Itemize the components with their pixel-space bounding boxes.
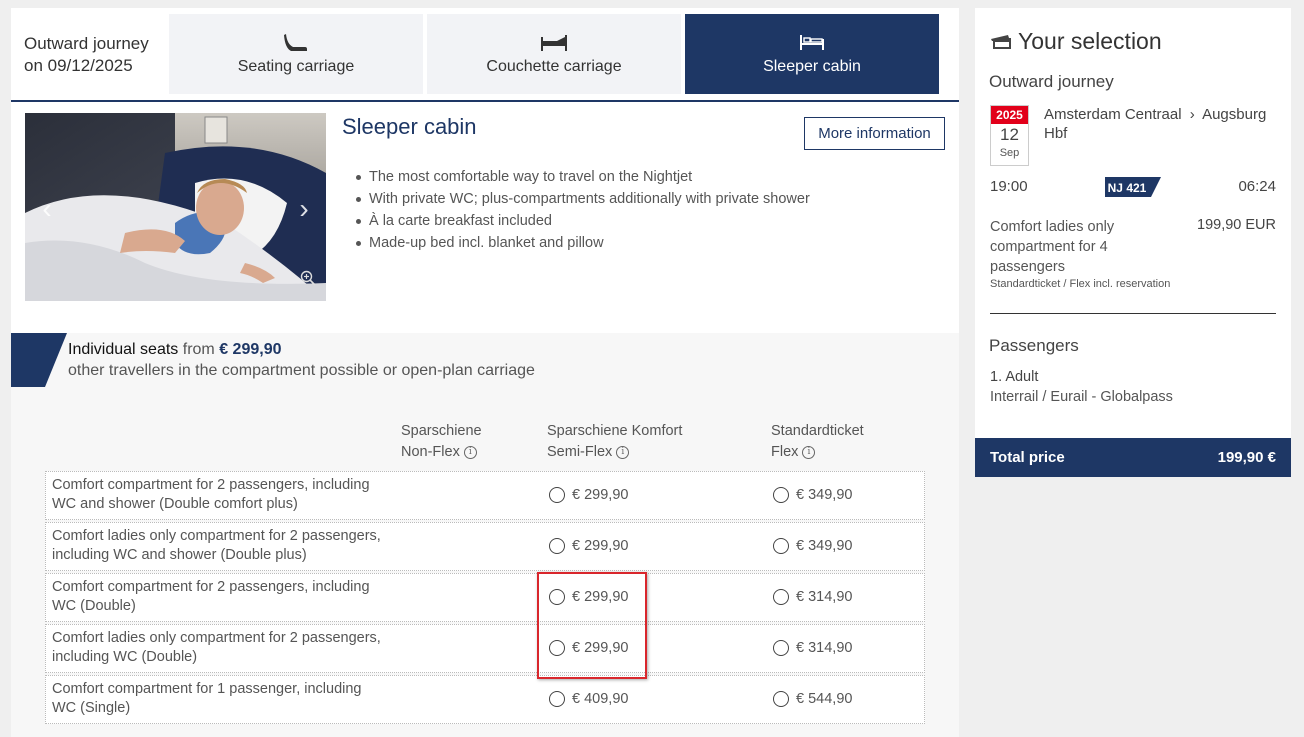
seats-heading: Individual seats from € 299,90	[68, 341, 282, 358]
fare-option-semi-flex[interactable]: € 299,90	[549, 487, 628, 503]
fare-name: Comfort ladies only compartment for 4 pa…	[990, 219, 1115, 275]
bed-icon	[685, 32, 939, 52]
total-price-value: 199,90 €	[1217, 449, 1276, 466]
sleeper-photo-illustration	[25, 113, 326, 301]
photo-prev-arrow[interactable]: ‹	[33, 191, 61, 227]
info-icon[interactable]: i	[616, 445, 630, 459]
section-flag-icon	[11, 333, 67, 387]
route: Amsterdam Centraal › Augsburg Hbf	[1044, 106, 1267, 142]
radio-button[interactable]	[773, 640, 789, 656]
passenger-pass: Interrail / Eurail - Globalpass	[990, 389, 1173, 405]
info-icon[interactable]: i	[463, 445, 477, 459]
radio-button[interactable]	[549, 640, 565, 656]
cabin-photo[interactable]: ‹ ›	[25, 113, 326, 301]
seat-icon	[169, 32, 423, 52]
table-row: Comfort compartment for 2 passengers, in…	[45, 471, 925, 520]
radio-button[interactable]	[773, 589, 789, 605]
feature-item: Made-up bed incl. blanket and pillow	[356, 232, 810, 254]
train-badge: NJ 421	[1105, 177, 1161, 197]
feature-list: The most comfortable way to travel on th…	[356, 166, 810, 254]
column-header-non-flex: Sparschiene Non-Flex i	[401, 423, 482, 460]
date-badge: 2025 12 Sep	[990, 105, 1029, 166]
radio-button[interactable]	[549, 589, 565, 605]
fare-price: 199,90 EUR	[1197, 217, 1276, 233]
radio-button[interactable]	[773, 691, 789, 707]
feature-item: À la carte breakfast included	[356, 210, 810, 232]
table-row: Comfort compartment for 2 passengers, in…	[45, 573, 925, 622]
selection-title: Your selection	[990, 28, 1162, 55]
tab-seating-carriage[interactable]: Seating carriage	[169, 14, 423, 94]
column-header-flex: Standardticket Flex i	[771, 423, 864, 460]
radio-button[interactable]	[549, 691, 565, 707]
passengers-title: Passengers	[989, 336, 1079, 355]
fare-table: Comfort compartment for 2 passengers, in…	[45, 471, 925, 726]
carriage-tabs: Outward journey on 09/12/2025 Seating ca…	[11, 14, 959, 102]
tab-underline	[11, 100, 959, 102]
train-number: NJ 421	[1108, 181, 1147, 195]
fare-option-flex[interactable]: € 349,90	[773, 487, 852, 503]
photo-next-arrow[interactable]: ›	[290, 191, 318, 227]
fare-option-semi-flex[interactable]: € 299,90	[549, 589, 628, 605]
fare-option-flex[interactable]: € 314,90	[773, 640, 852, 656]
fare-option-flex[interactable]: € 349,90	[773, 538, 852, 554]
feature-item: With private WC; plus-compartments addit…	[356, 188, 810, 210]
passenger-item: 1. Adult	[990, 369, 1039, 385]
fare-option-flex[interactable]: € 544,90	[773, 691, 852, 707]
departure-time: 19:00	[990, 178, 1028, 195]
tab-sleeper-cabin[interactable]: Sleeper cabin	[685, 14, 939, 94]
column-header-semi-flex: Sparschiene Komfort Semi-Flex i	[547, 423, 683, 460]
main-panel: Outward journey on 09/12/2025 Seating ca…	[11, 8, 959, 737]
more-information-button[interactable]: More information	[804, 117, 945, 150]
zoom-icon[interactable]	[300, 270, 316, 291]
radio-button[interactable]	[549, 487, 565, 503]
journey-date-label: Outward journey on 09/12/2025	[24, 34, 149, 75]
cabin-title: Sleeper cabin	[342, 114, 477, 139]
info-icon[interactable]: i	[802, 445, 816, 459]
fare-option-semi-flex[interactable]: € 299,90	[549, 640, 628, 656]
table-row: Comfort ladies only compartment for 2 pa…	[45, 624, 925, 673]
radio-button[interactable]	[549, 538, 565, 554]
chevron-right-icon: ›	[1189, 106, 1195, 123]
radio-button[interactable]	[773, 487, 789, 503]
radio-button[interactable]	[773, 538, 789, 554]
fare-option-flex[interactable]: € 314,90	[773, 589, 852, 605]
divider	[990, 313, 1276, 314]
fare-option-semi-flex[interactable]: € 409,90	[549, 691, 628, 707]
tab-couchette-carriage[interactable]: Couchette carriage	[427, 14, 681, 94]
table-row: Comfort compartment for 1 passenger, inc…	[45, 675, 925, 724]
feature-item: The most comfortable way to travel on th…	[356, 166, 810, 188]
arrival-time: 06:24	[1238, 178, 1276, 195]
total-price-bar: Total price 199,90 €	[975, 438, 1291, 477]
table-row: Comfort ladies only compartment for 2 pa…	[45, 522, 925, 571]
seats-subtitle: other travellers in the compartment poss…	[68, 362, 535, 379]
individual-seats-section: Individual seats from € 299,90 other tra…	[11, 333, 959, 737]
fare-option-semi-flex[interactable]: € 299,90	[549, 538, 628, 554]
ticket-icon	[991, 34, 1011, 49]
couchette-icon	[427, 32, 681, 52]
selection-journey-label: Outward journey	[989, 72, 1114, 91]
fare-type: Standardticket / Flex incl. reservation	[990, 278, 1171, 290]
selection-panel: Your selection Outward journey 2025 12 S…	[975, 8, 1291, 438]
